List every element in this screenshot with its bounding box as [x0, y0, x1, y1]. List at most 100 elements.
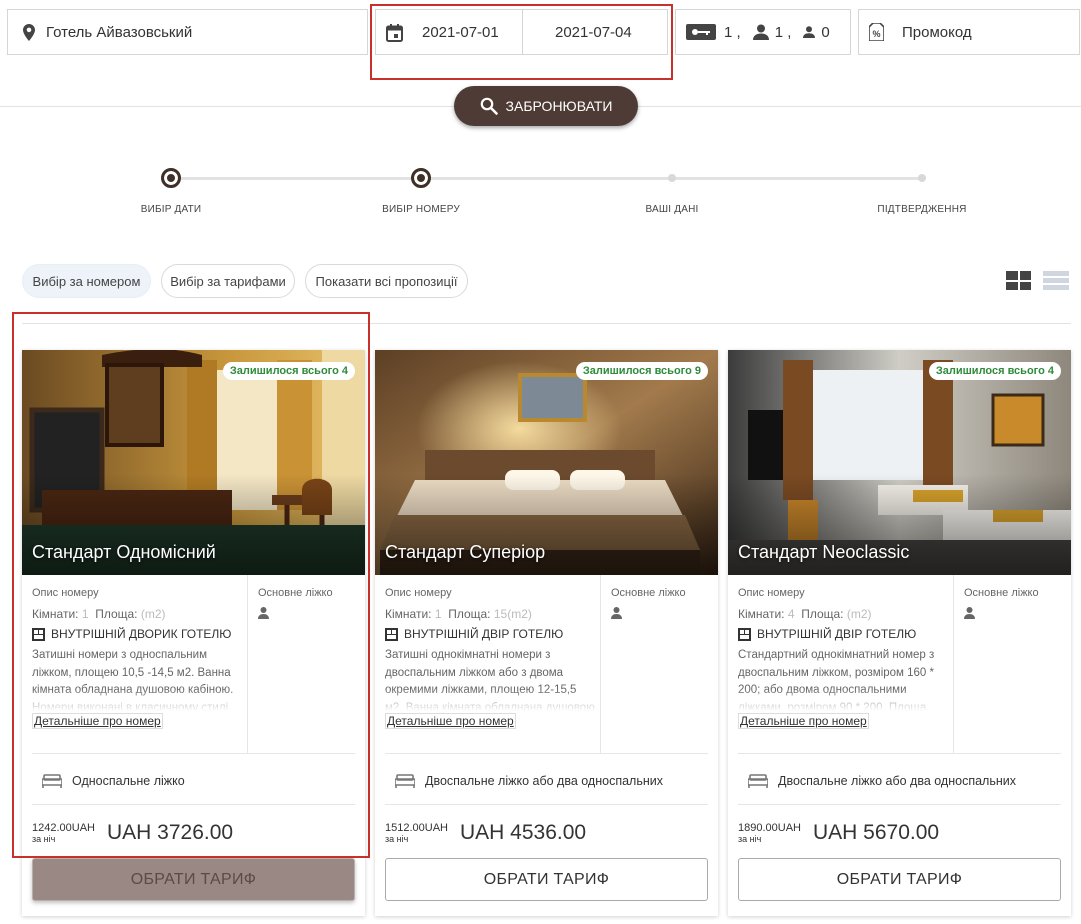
area-label: Площа:: [95, 607, 138, 621]
courtyard-view-icon: [385, 627, 398, 641]
availability-badge: Залишилося всього 4: [222, 362, 355, 380]
filter-by-room[interactable]: Вибір за номером: [22, 264, 151, 298]
total-price: UAH 5670.00: [813, 821, 940, 844]
area-value: (m2): [140, 607, 166, 621]
children-count: 0: [821, 23, 830, 41]
rooms-label: Кімнати:: [32, 607, 79, 621]
total-price: UAH 4536.00: [460, 821, 587, 844]
column-divider: [953, 575, 954, 753]
rooms-label: Кімнати:: [385, 607, 432, 621]
room-description-label: Опис номеру: [738, 587, 805, 599]
card-divider: [738, 804, 1061, 805]
stepper-track: [171, 177, 922, 180]
room-name: Стандарт Одномісний: [32, 542, 216, 562]
choose-rate-button[interactable]: ОБРАТИ ТАРИФ: [738, 858, 1061, 901]
filters-divider: [22, 323, 1071, 324]
filter-by-rate[interactable]: Вибір за тарифами: [161, 264, 295, 298]
child-icon: [803, 26, 816, 38]
room-photo[interactable]: Залишилося всього 9 Стандарт Суперіор: [375, 350, 718, 575]
book-button[interactable]: ЗАБРОНЮВАТИ: [454, 86, 638, 126]
bed-icon: [42, 774, 62, 788]
promo-tag-icon: %: [869, 23, 884, 41]
price-per-night: 1242.00UAH: [32, 822, 95, 834]
hotel-field[interactable]: Готель Айвазовський: [7, 9, 368, 55]
rooms-label: Кімнати:: [738, 607, 785, 621]
card-divider: [738, 753, 1061, 754]
card-divider: [32, 804, 355, 805]
room-name: Стандарт Суперіор: [385, 542, 546, 562]
availability-badge: Залишилося всього 4: [928, 362, 1061, 380]
room-description-label: Опис номеру: [32, 587, 99, 599]
bed-icon: [395, 774, 415, 788]
column-divider: [600, 575, 601, 753]
single-person-icon: [258, 607, 269, 619]
room-details-link[interactable]: Детальніше про номер: [385, 713, 516, 729]
bed-type: Односпальне ліжко: [72, 774, 185, 788]
location-pin-icon: [20, 23, 38, 41]
svg-text:%: %: [872, 29, 880, 39]
room-card: Залишилося всього 4 Стандарт Neoclassic …: [728, 350, 1071, 916]
step-confirm-dot: [918, 174, 926, 182]
room-details-link[interactable]: Детальніше про номер: [32, 713, 163, 729]
card-divider: [385, 804, 708, 805]
step-dates-label: ВИБІР ДАТИ: [140, 204, 202, 215]
room-description: Затишні номери з односпальним ліжком, пл…: [32, 647, 244, 711]
courtyard-view-icon: [32, 627, 45, 641]
adult-icon: [752, 24, 769, 40]
bed-type: Двоспальне ліжко або два односпальних: [778, 774, 1016, 788]
check-out-date[interactable]: 2021-07-04: [555, 24, 632, 41]
total-price: UAH 3726.00: [107, 821, 234, 844]
room-photo[interactable]: Залишилося всього 4 Стандарт Одномісний: [22, 350, 365, 575]
adults-count: 1 ,: [774, 23, 792, 41]
area-value: 15(m2): [493, 607, 532, 621]
courtyard-view-icon: [738, 627, 751, 641]
price-per-night: 1512.00UAH: [385, 822, 448, 834]
step-details-label: ВАШІ ДАНІ: [645, 204, 699, 215]
hotel-name: Готель Айвазовський: [46, 23, 193, 41]
rooms-value: 4: [787, 607, 795, 621]
step-dates-dot: [161, 168, 181, 188]
room-card: Залишилося всього 9 Стандарт Суперіор Оп…: [375, 350, 718, 916]
per-night-label: за ніч: [385, 834, 409, 844]
single-person-icon: [611, 607, 622, 619]
step-room-dot: [411, 168, 431, 188]
room-description: Стандартний однокімнатний номер з двоспа…: [738, 647, 950, 711]
calendar-icon: [386, 24, 403, 42]
grid-view-icon[interactable]: [1006, 271, 1031, 290]
main-bed-label: Основне ліжко: [964, 587, 1039, 599]
room-feature: ВНУТРІШНІЙ ДВІР ГОТЕЛЮ: [404, 627, 564, 641]
per-night-label: за ніч: [738, 834, 762, 844]
filter-show-all[interactable]: Показати всі пропозиції: [305, 264, 468, 298]
area-label: Площа:: [801, 607, 844, 621]
list-view-icon[interactable]: [1043, 271, 1069, 290]
room-description: Затишні однокімнатні номери з двоспальни…: [385, 647, 597, 711]
guests-field[interactable]: 1 , 1 , 0: [675, 9, 851, 55]
date-range-field[interactable]: 2021-07-01 2021-07-04: [375, 9, 668, 55]
search-icon: [480, 97, 498, 115]
rooms-value: 1: [434, 607, 442, 621]
bed-icon: [748, 774, 768, 788]
room-key-icon: [686, 24, 716, 40]
room-description-label: Опис номеру: [385, 587, 452, 599]
step-details-dot: [668, 174, 676, 182]
check-in-date[interactable]: 2021-07-01: [422, 24, 499, 41]
area-value: (m2): [846, 607, 872, 621]
step-room-label: ВИБІР НОМЕРУ: [382, 204, 460, 215]
room-details-link[interactable]: Детальніше про номер: [738, 713, 869, 729]
promo-placeholder: Промокод: [902, 23, 972, 41]
choose-rate-button[interactable]: ОБРАТИ ТАРИФ: [385, 858, 708, 901]
price-per-night: 1890.00UAH: [738, 822, 801, 834]
card-divider: [32, 753, 355, 754]
bed-type: Двоспальне ліжко або два односпальних: [425, 774, 663, 788]
choose-rate-button[interactable]: ОБРАТИ ТАРИФ: [32, 858, 355, 901]
room-photo[interactable]: Залишилося всього 4 Стандарт Neoclassic: [728, 350, 1071, 575]
main-bed-label: Основне ліжко: [258, 587, 333, 599]
step-confirm-label: ПІДТВЕРДЖЕННЯ: [877, 204, 967, 215]
single-person-icon: [964, 607, 975, 619]
per-night-label: за ніч: [32, 834, 56, 844]
room-name: Стандарт Neoclassic: [738, 542, 910, 562]
main-bed-label: Основне ліжко: [611, 587, 686, 599]
rooms-count: 1 ,: [724, 23, 741, 41]
promo-field[interactable]: % Промокод: [858, 9, 1080, 55]
room-feature: ВНУТРІШНІЙ ДВІР ГОТЕЛЮ: [757, 627, 917, 641]
